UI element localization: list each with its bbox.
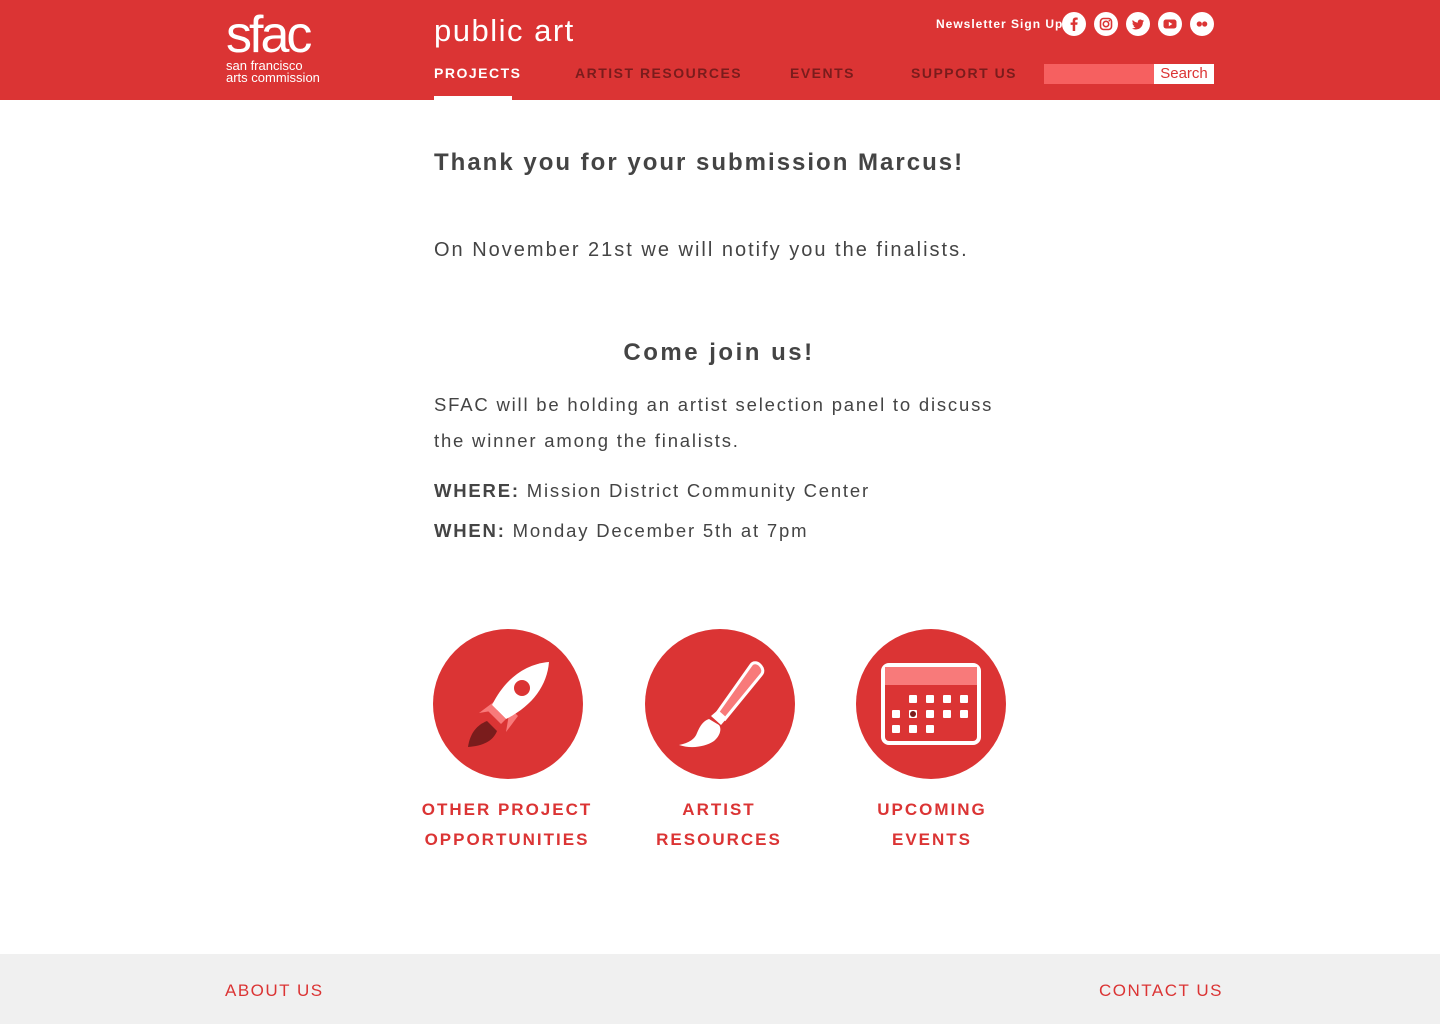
upcoming-events-label-line1: UPCOMING	[877, 800, 987, 819]
paintbrush-icon	[679, 661, 765, 748]
logo-line-2: arts commission	[226, 70, 320, 85]
artist-resources-label-line2: RESOURCES	[656, 830, 782, 849]
when-label: WHEN:	[434, 520, 506, 541]
calendar-icon	[881, 663, 981, 745]
notification-message: On November 21st we will notify you the …	[434, 239, 969, 261]
rocket-icon	[468, 662, 549, 747]
upcoming-events-link-icon[interactable]	[856, 629, 1006, 779]
flickr-icon[interactable]	[1190, 12, 1214, 36]
about-us-link[interactable]: ABOUT US	[225, 981, 324, 1001]
other-projects-label-line1: OTHER PROJECT	[421, 800, 593, 819]
where-label: WHERE:	[434, 480, 520, 501]
artist-resources-label-line1: ARTIST	[682, 800, 756, 819]
artist-resources-link[interactable]: ARTIST RESOURCES	[619, 795, 819, 855]
when-value: Monday December 5th at 7pm	[512, 520, 809, 541]
newsletter-signup-link[interactable]: Newsletter Sign Up	[936, 16, 1063, 32]
twitter-icon[interactable]	[1126, 12, 1150, 36]
event-where: WHERE: Mission District Community Center	[434, 479, 870, 503]
nav-events[interactable]: EVENTS	[790, 64, 855, 82]
search-button[interactable]: Search	[1154, 64, 1214, 84]
other-projects-link[interactable]: OTHER PROJECT OPPORTUNITIES	[407, 795, 607, 855]
upcoming-events-label-line2: EVENTS	[891, 830, 973, 849]
artist-resources-link-icon[interactable]	[645, 629, 795, 779]
other-projects-link-icon[interactable]	[433, 629, 583, 779]
nav-artist-resources[interactable]: ARTIST RESOURCES	[575, 64, 742, 82]
logo-mark: sfac	[226, 6, 312, 64]
active-nav-indicator	[434, 96, 512, 100]
where-value: Mission District Community Center	[526, 480, 870, 501]
site-header: sfac san francisco arts commission publi…	[0, 0, 1440, 100]
nav-projects[interactable]: PROJECTS	[434, 64, 521, 82]
other-projects-label-line2: OPPORTUNITIES	[424, 830, 590, 849]
panel-description: SFAC will be holding an artist selection…	[434, 394, 994, 451]
site-footer: ABOUT US CONTACT US	[0, 954, 1440, 1024]
event-when: WHEN: Monday December 5th at 7pm	[434, 519, 808, 543]
join-heading: Come join us!	[623, 339, 815, 366]
instagram-icon[interactable]	[1094, 12, 1118, 36]
search-input[interactable]	[1044, 64, 1154, 84]
contact-us-link[interactable]: CONTACT US	[1099, 981, 1223, 1001]
sfac-logo[interactable]: sfac san francisco arts commission	[226, 6, 336, 90]
youtube-icon[interactable]	[1158, 12, 1182, 36]
facebook-icon[interactable]	[1062, 12, 1086, 36]
nav-support-us[interactable]: SUPPORT US	[911, 64, 1017, 82]
confirmation-heading: Thank you for your submission Marcus!	[434, 149, 965, 176]
site-title: public art	[434, 13, 575, 48]
upcoming-events-link[interactable]: UPCOMING EVENTS	[832, 795, 1032, 855]
